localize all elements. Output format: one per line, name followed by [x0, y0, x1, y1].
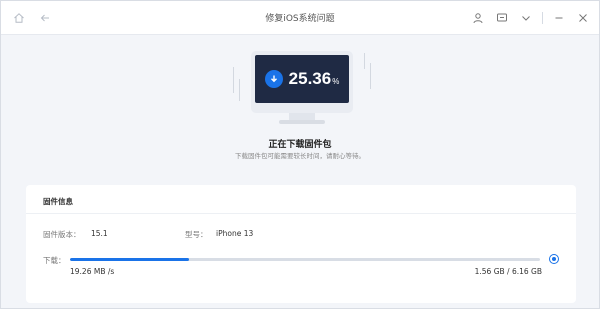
- decor-line: [239, 79, 240, 101]
- card-divider: [26, 213, 576, 214]
- download-progress-bar: [70, 258, 540, 261]
- firmware-version-label: 固件版本：: [43, 230, 81, 239]
- title-bar: 修复iOS系统问题: [1, 1, 599, 35]
- feedback-icon[interactable]: [494, 10, 510, 26]
- close-icon[interactable]: [575, 10, 591, 26]
- download-label: 下载：: [43, 256, 66, 265]
- minimize-icon[interactable]: [551, 10, 567, 26]
- firmware-info-card: 固件信息 固件版本： 15.1 型号： iPhone 13 下载： 19.26 …: [26, 185, 576, 303]
- app-window: 修复iOS系统问题 25.36% 正在下载固件包 下载固件包可能需要较长时间，请…: [0, 0, 600, 309]
- decor-line: [370, 63, 371, 89]
- progress-end-indicator: [549, 254, 559, 264]
- firmware-version-value: 15.1: [91, 229, 108, 238]
- decor-line: [364, 53, 365, 69]
- monitor-base: [279, 120, 325, 124]
- progress-percent: 25.36%: [288, 69, 340, 88]
- decor-line: [233, 67, 234, 93]
- chevron-down-icon[interactable]: [518, 10, 534, 26]
- download-progress-fill: [70, 258, 190, 261]
- titlebar-divider: [542, 12, 543, 24]
- status-subtitle: 下载固件包可能需要较长时间，请耐心等待。: [235, 152, 365, 160]
- model-value: iPhone 13: [216, 229, 254, 238]
- monitor-frame: 25.36%: [251, 51, 353, 113]
- download-icon: [264, 70, 283, 88]
- status-title: 正在下载固件包: [268, 140, 332, 150]
- monitor-illustration: 25.36%: [229, 49, 375, 124]
- download-size: 1.56 GB / 6.16 GB: [474, 267, 542, 276]
- model-label: 型号：: [185, 230, 208, 239]
- card-title: 固件信息: [43, 197, 73, 206]
- monitor-screen: 25.36%: [255, 55, 349, 103]
- download-speed: 19.26 MB /s: [70, 267, 115, 276]
- user-icon[interactable]: [470, 10, 486, 26]
